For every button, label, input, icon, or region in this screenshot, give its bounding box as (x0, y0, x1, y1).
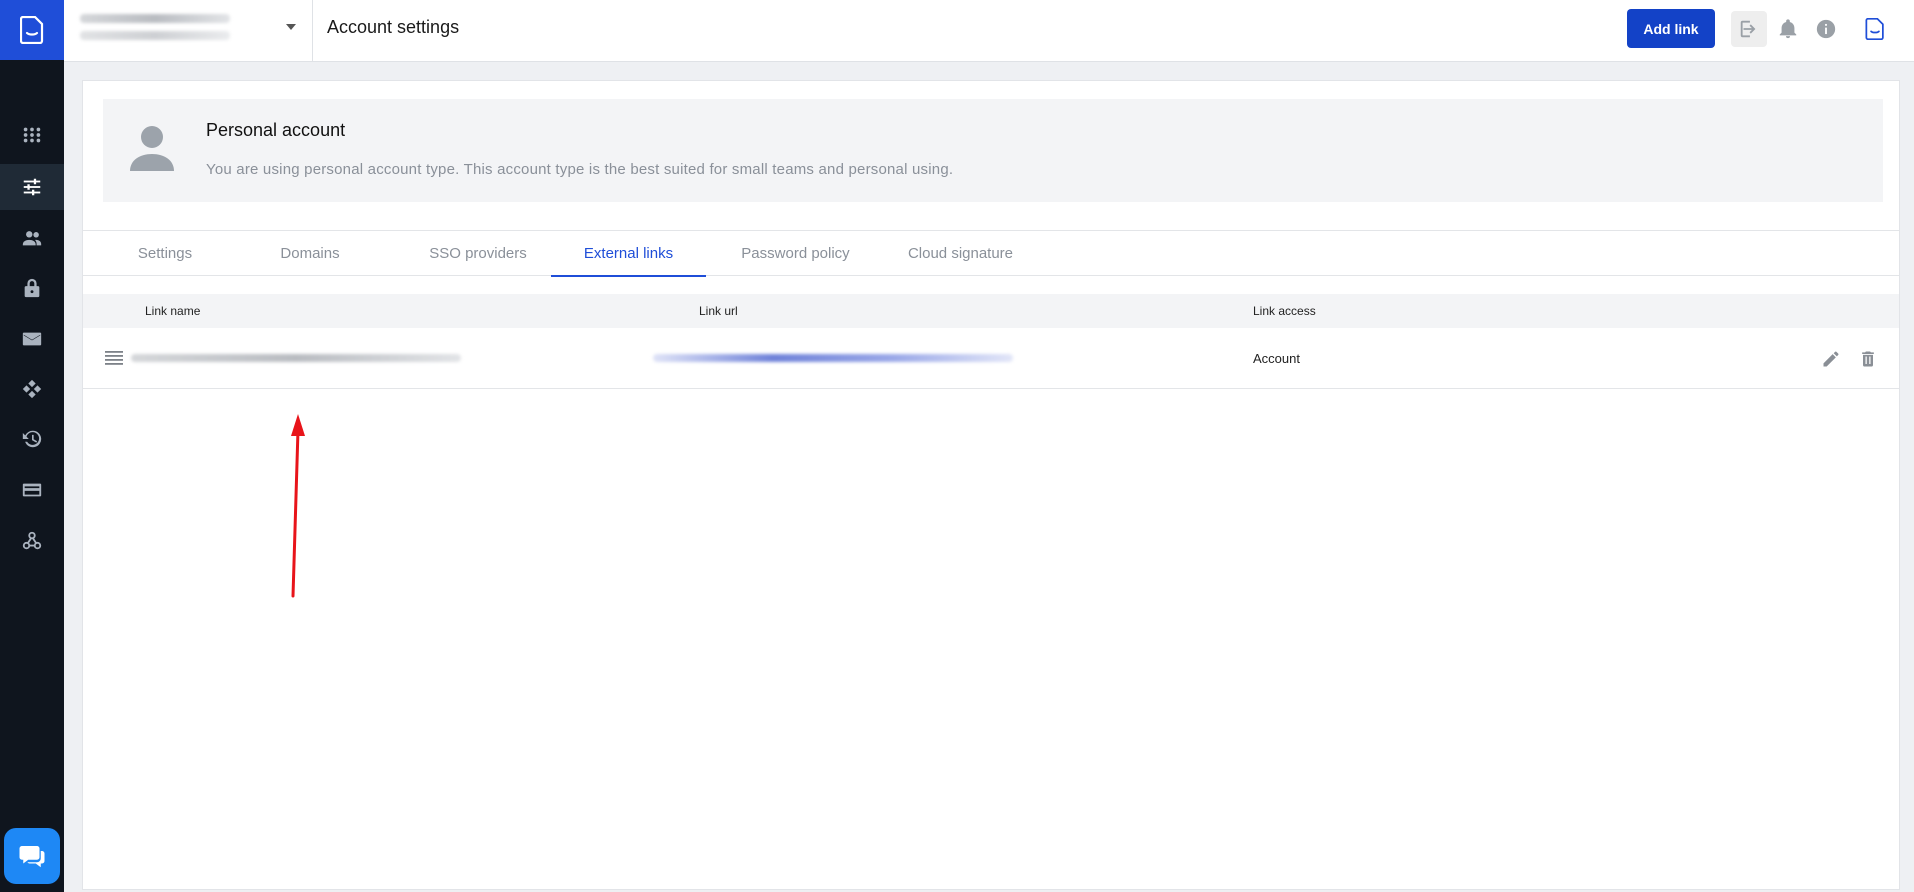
avatar-icon (130, 126, 174, 171)
sidebar-item-history[interactable] (0, 416, 64, 462)
sign-in-button[interactable] (1731, 11, 1767, 47)
settings-tabs: Settings Domains SSO providers External … (83, 230, 1899, 277)
billing-card-icon (22, 483, 42, 497)
page-title: Account settings (327, 17, 460, 37)
column-link-access[interactable]: Link access (1253, 294, 1316, 328)
delete-link-button[interactable] (1856, 347, 1880, 371)
sidebar (0, 0, 64, 892)
drag-handle-icon[interactable] (105, 350, 123, 366)
sidebar-item-integrations[interactable] (0, 366, 64, 412)
account-type-panel: Personal account You are using personal … (103, 99, 1883, 202)
organization-name-redacted (80, 14, 230, 23)
table-row[interactable]: Account (83, 328, 1899, 389)
sidebar-item-billing[interactable] (0, 467, 64, 513)
settings-sliders-icon (23, 178, 41, 196)
link-name-redacted (131, 354, 461, 362)
document-logo-icon (20, 16, 44, 44)
annotation-arrow-icon (291, 414, 305, 598)
sidebar-item-settings[interactable] (0, 164, 64, 210)
tab-sso-providers[interactable]: SSO providers (403, 231, 553, 275)
account-type-title: Personal account (206, 120, 346, 140)
users-icon (22, 231, 42, 246)
trash-icon (1862, 351, 1874, 367)
chevron-down-icon (286, 24, 296, 30)
column-link-url[interactable]: Link url (699, 294, 738, 328)
organization-sub-redacted (80, 31, 230, 40)
app-logo[interactable] (0, 0, 64, 60)
document-logo-icon (1865, 18, 1884, 40)
support-chat-button[interactable] (4, 828, 60, 884)
link-access-value: Account (1253, 350, 1300, 366)
tab-cloud-signature[interactable]: Cloud signature (878, 231, 1043, 275)
pencil-icon (1823, 351, 1839, 367)
history-icon (22, 430, 42, 448)
tab-password-policy[interactable]: Password policy (713, 231, 878, 275)
info-button[interactable] (1808, 11, 1844, 47)
sidebar-item-dashboard[interactable] (0, 112, 64, 158)
info-icon (1816, 19, 1836, 39)
top-bar: Account settings Add link (64, 0, 1914, 62)
tab-domains[interactable]: Domains (245, 231, 375, 275)
notifications-button[interactable] (1770, 11, 1806, 47)
edit-link-button[interactable] (1819, 347, 1843, 371)
column-link-name[interactable]: Link name (145, 294, 200, 328)
sidebar-item-webhooks[interactable] (0, 518, 64, 564)
bell-icon (1779, 19, 1797, 39)
add-link-button[interactable]: Add link (1627, 9, 1715, 48)
settings-card: Personal account You are using personal … (82, 80, 1900, 890)
mail-icon (22, 332, 42, 346)
apps-icon (23, 127, 41, 143)
sidebar-item-security[interactable] (0, 265, 64, 311)
integrations-icon (22, 379, 42, 399)
links-table-header: Link name Link url Link access (83, 294, 1899, 328)
sidebar-item-users[interactable] (0, 215, 64, 261)
organization-select[interactable] (64, 0, 313, 61)
lock-icon (24, 278, 40, 298)
account-type-description: You are using personal account type. Thi… (206, 161, 954, 178)
tab-external-links[interactable]: External links (551, 231, 706, 277)
login-icon (1740, 20, 1756, 38)
chat-icon (19, 846, 45, 868)
product-switcher[interactable] (1855, 9, 1895, 49)
sidebar-item-mail[interactable] (0, 316, 64, 362)
webhooks-icon (22, 531, 42, 550)
tab-settings[interactable]: Settings (105, 231, 225, 275)
link-url-redacted[interactable] (653, 354, 1013, 362)
